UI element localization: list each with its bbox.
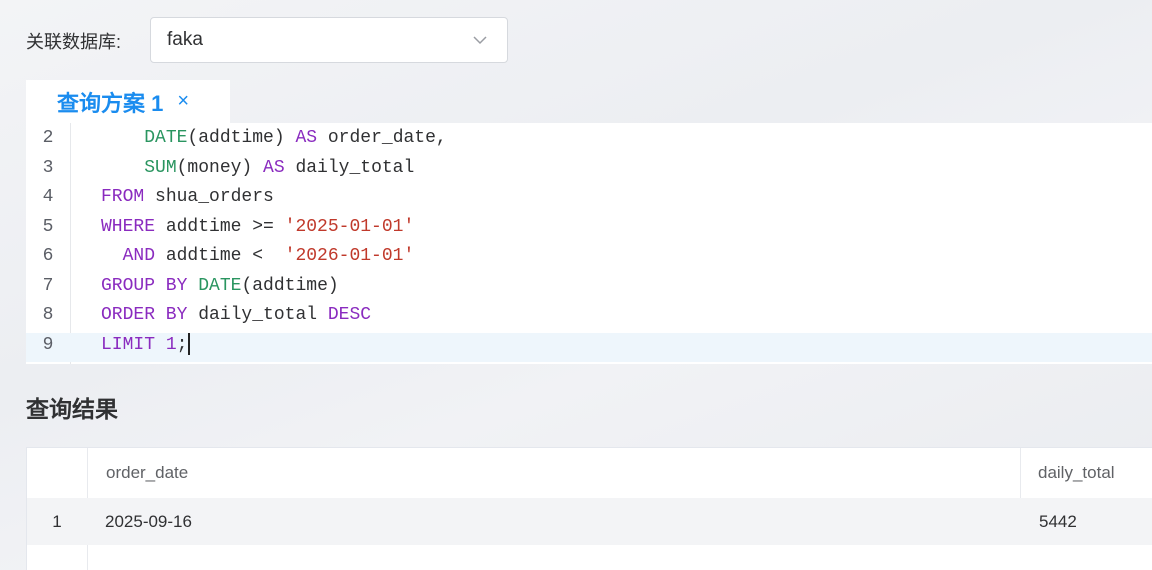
code-line[interactable]: 6 AND addtime < '2026-01-01': [26, 244, 1152, 273]
cell-daily-total: 5442: [1039, 511, 1077, 531]
line-number: 6: [42, 246, 54, 266]
text-cursor: [188, 332, 190, 355]
row-index: 1: [52, 511, 62, 531]
cell-order-date: 2025-09-16: [105, 511, 192, 531]
table-row[interactable]: 1 2025-09-16 5442: [27, 498, 1152, 545]
line-number: 5: [42, 216, 54, 237]
code-line[interactable]: 8 ORDER BY daily_total DESC: [26, 303, 1152, 332]
tab-label: 查询方案 1: [57, 90, 164, 116]
chevron-down-icon: [473, 36, 487, 45]
database-label: 关联数据库:: [26, 32, 122, 52]
code-text: FROM shua_orders: [101, 187, 274, 207]
close-icon[interactable]: ×: [177, 90, 189, 113]
database-select[interactable]: faka: [150, 17, 508, 63]
table-header-row: order_date daily_total: [27, 448, 1152, 498]
database-select-value: faka: [167, 29, 203, 50]
column-header-daily-total[interactable]: daily_total: [1038, 448, 1115, 498]
code-text: GROUP BY DATE(addtime): [101, 275, 339, 296]
code-line[interactable]: 2 DATE(addtime) AS order_date,: [26, 126, 1152, 155]
result-title: 查询结果: [26, 396, 118, 422]
code-text: DATE(addtime) AS order_date,: [144, 128, 447, 148]
tab-query-plan-1[interactable]: 查询方案 1 ×: [26, 80, 230, 123]
line-number: 8: [42, 305, 54, 325]
sql-editor[interactable]: 2 DATE(addtime) AS order_date, 3 SUM(mone…: [26, 123, 1152, 364]
code-line[interactable]: 5 WHERE addtime >= '2025-01-01': [26, 215, 1152, 244]
code-line[interactable]: 9 LIMIT 1;: [26, 332, 1152, 362]
column-header-order-date[interactable]: order_date: [106, 448, 188, 498]
line-number: 3: [42, 157, 54, 178]
line-number: 2: [42, 128, 54, 148]
code-text: AND addtime < '2026-01-01': [122, 246, 415, 266]
code-line[interactable]: 3 SUM(money) AS daily_total: [26, 156, 1152, 185]
database-selector-row: 关联数据库: faka: [26, 17, 508, 65]
column-divider: [1020, 448, 1021, 498]
code-text: WHERE addtime >= '2025-01-01': [101, 216, 415, 237]
result-table: order_date daily_total 1 2025-09-16 5442: [26, 447, 1152, 570]
code-line[interactable]: 7 GROUP BY DATE(addtime): [26, 274, 1152, 303]
line-number: 4: [42, 187, 54, 207]
line-number: 7: [42, 275, 54, 296]
code-text: LIMIT 1;: [101, 332, 190, 362]
line-number: 9: [42, 334, 54, 355]
code-line[interactable]: 4 FROM shua_orders: [26, 185, 1152, 214]
code-text: ORDER BY daily_total DESC: [101, 305, 372, 325]
code-text: SUM(money) AS daily_total: [144, 157, 415, 178]
